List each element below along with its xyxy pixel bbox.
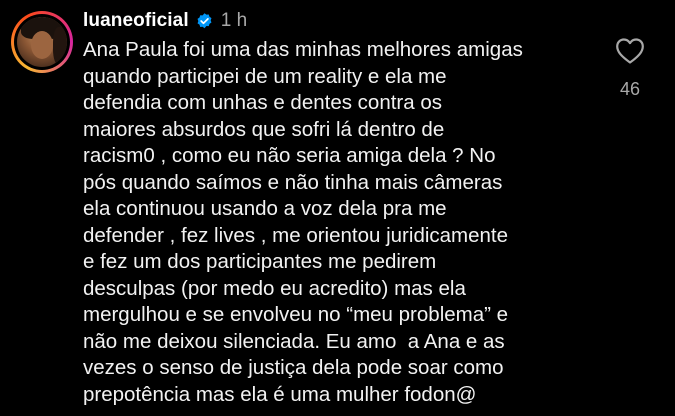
heart-outline-icon[interactable] bbox=[615, 37, 645, 65]
comment-line: vezes o senso de justiça dela pode soar … bbox=[83, 356, 504, 379]
comment-line: desculpas (por medo eu acredito) mas ela bbox=[83, 276, 466, 300]
avatar[interactable] bbox=[11, 11, 73, 73]
avatar-photo bbox=[17, 17, 67, 67]
comment-line: mergulhou e se envolveu no “meu problema… bbox=[83, 303, 509, 326]
avatar-face bbox=[31, 31, 53, 59]
comment-text: Ana Paula foi uma das minhas melhores am… bbox=[83, 37, 603, 408]
comment-line: prepotência mas ela é uma mulher fodon@ bbox=[83, 382, 477, 406]
like-area: 46 bbox=[604, 37, 656, 100]
comment-line: racism0 , como eu não seria amiga dela ?… bbox=[83, 144, 496, 167]
verified-badge-icon bbox=[197, 12, 212, 28]
username[interactable]: luaneoficial bbox=[83, 10, 189, 32]
comment-line: Ana Paula foi uma das minhas melhores am… bbox=[83, 38, 523, 61]
timestamp: 1 h bbox=[220, 10, 248, 31]
comment-header: luaneoficial 1 h bbox=[83, 9, 247, 33]
comment: luaneoficial 1 h Ana Paula foi uma das m… bbox=[0, 0, 675, 416]
avatar-hair-side bbox=[53, 27, 67, 65]
comment-line: pós quando saímos e não tinha mais câmer… bbox=[83, 170, 503, 194]
comment-line: ela continuou usando a voz dela pra me bbox=[83, 197, 447, 220]
comment-line: e fez um dos participantes me pedirem bbox=[83, 250, 437, 273]
comment-line: quando participei de um reality e ela me bbox=[83, 64, 447, 88]
comment-line: não me deixou silenciada. Eu amo a Ana e… bbox=[83, 329, 505, 353]
comment-line: maiores absurdos que sofri lá dentro de bbox=[83, 117, 445, 141]
comment-line: defendia com unhas e dentes contra os bbox=[83, 91, 442, 114]
avatar-ring-gap bbox=[14, 14, 70, 70]
comment-line: defender , fez lives , me orientou jurid… bbox=[83, 223, 509, 247]
like-count: 46 bbox=[619, 79, 641, 99]
